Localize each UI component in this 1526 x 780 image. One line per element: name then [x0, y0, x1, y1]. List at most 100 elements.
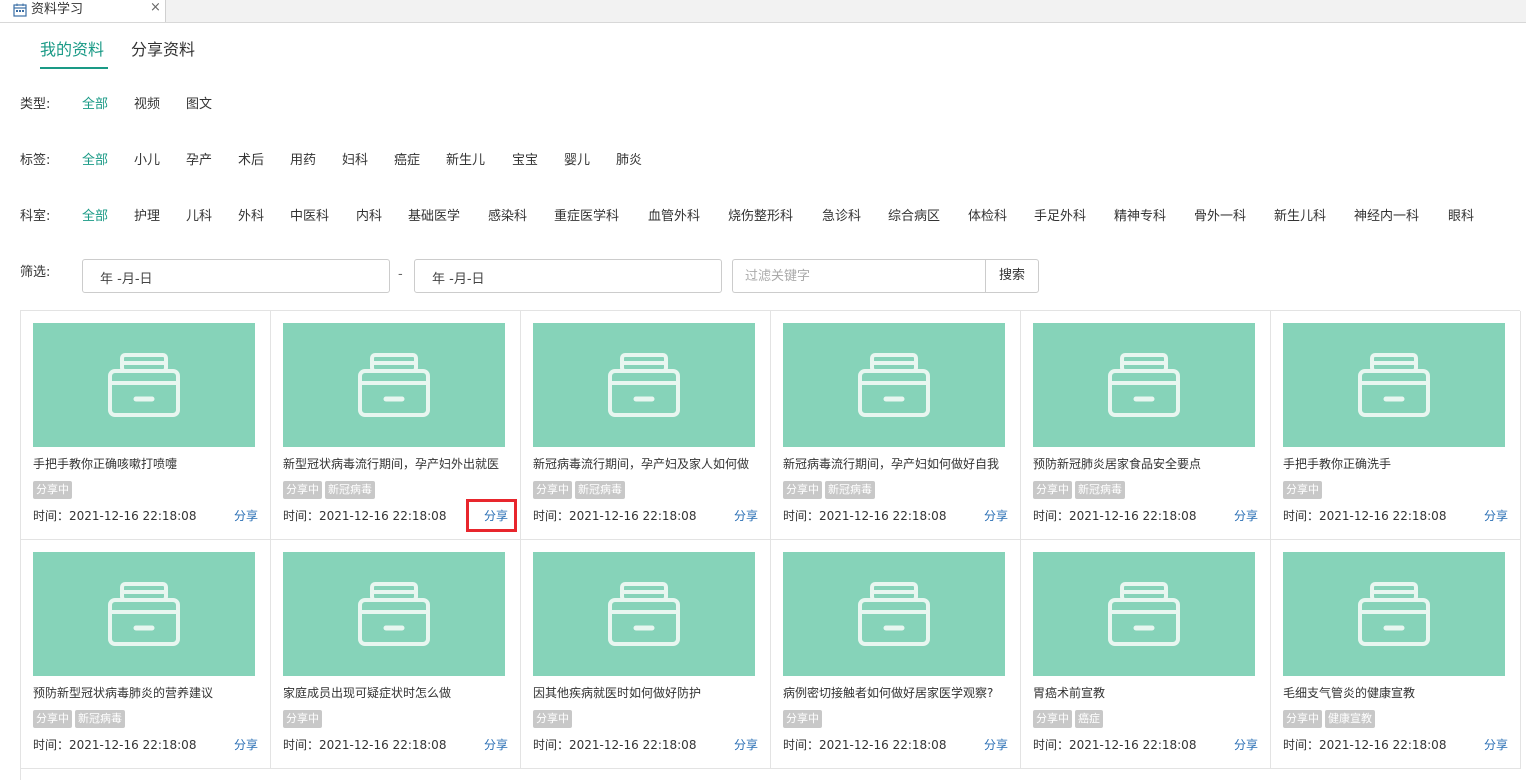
document-drawer-icon	[358, 582, 430, 646]
share-link[interactable]: 分享	[484, 737, 508, 753]
card-thumbnail[interactable]	[1283, 552, 1505, 676]
material-card[interactable]: 家庭成员出现可疑症状时怎么做 分享中 时间：2021-12-16 22:18:08 分…	[271, 540, 521, 769]
share-link[interactable]: 分享	[734, 508, 758, 524]
card-title[interactable]: 手把手教你正确洗手	[1283, 456, 1508, 472]
card-thumbnail[interactable]	[533, 552, 755, 676]
department-filter-option[interactable]: 血管外科	[648, 205, 700, 224]
department-filter-option[interactable]: 基础医学	[408, 205, 460, 224]
card-time: 时间：2021-12-16 22:18:08	[33, 738, 197, 752]
end-date-input[interactable]: 年 -月-日	[414, 259, 722, 293]
tag-filter-option[interactable]: 术后	[238, 149, 264, 168]
share-link[interactable]: 分享	[734, 737, 758, 753]
department-filter-option[interactable]: 烧伤整形科	[728, 205, 793, 224]
department-filter-option[interactable]: 重症医学科	[554, 205, 619, 224]
card-thumbnail[interactable]	[1033, 552, 1255, 676]
tag-filter-option[interactable]: 癌症	[394, 149, 420, 168]
department-filter-option[interactable]: 全部	[82, 205, 108, 224]
tab-my-materials[interactable]: 我的资料	[40, 38, 104, 62]
card-title[interactable]: 因其他疾病就医时如何做好防护	[533, 685, 758, 701]
department-filter-option[interactable]: 儿科	[186, 205, 212, 224]
material-card[interactable]: 新冠病毒流行期间，孕产妇如何做好自我 分享中 新冠病毒 时间：2021-12-16 2…	[771, 311, 1021, 540]
material-card[interactable]: 胃癌术前宣教 分享中 癌症 时间：2021-12-16 22:18:08 分享	[1021, 540, 1271, 769]
type-filter-option[interactable]: 图文	[186, 93, 212, 112]
card-time: 时间：2021-12-16 22:18:08	[1033, 738, 1197, 752]
card-thumbnail[interactable]	[33, 552, 255, 676]
card-title[interactable]: 新型冠状病毒流行期间，孕产妇外出就医	[283, 456, 508, 472]
department-filter-option[interactable]: 急诊科	[822, 205, 861, 224]
department-filter-option[interactable]: 骨外一科	[1194, 205, 1246, 224]
card-thumbnail[interactable]	[783, 552, 1005, 676]
window-tab[interactable]: 资料学习 ×	[0, 0, 166, 22]
tag-filter-option[interactable]: 肺炎	[616, 149, 642, 168]
tag-filter-option[interactable]: 宝宝	[512, 149, 538, 168]
status-badge: 分享中	[33, 481, 72, 499]
share-link[interactable]: 分享	[1484, 737, 1508, 753]
card-thumbnail[interactable]	[283, 323, 505, 447]
department-filter-option[interactable]: 内科	[356, 205, 382, 224]
type-filter-option[interactable]: 全部	[82, 93, 108, 112]
card-title[interactable]: 毛细支气管炎的健康宣教	[1283, 685, 1508, 701]
department-filter-option[interactable]: 神经内一科	[1354, 205, 1419, 224]
close-icon[interactable]: ×	[150, 0, 161, 16]
card-time: 时间：2021-12-16 22:18:08	[1283, 738, 1447, 752]
department-filter-option[interactable]: 感染科	[488, 205, 527, 224]
material-card[interactable]: 因其他疾病就医时如何做好防护 分享中 时间：2021-12-16 22:18:08 分…	[521, 540, 771, 769]
share-link[interactable]: 分享	[234, 737, 258, 753]
tab-shared-materials[interactable]: 分享资料	[131, 38, 195, 62]
material-card[interactable]: 手把手教你正确咳嗽打喷嚏 分享中 时间：2021-12-16 22:18:08 分享	[21, 311, 271, 540]
tag-filter-option[interactable]: 妇科	[342, 149, 368, 168]
tag-filter-option[interactable]: 用药	[290, 149, 316, 168]
department-filter-option[interactable]: 外科	[238, 205, 264, 224]
card-title[interactable]: 胃癌术前宣教	[1033, 685, 1258, 701]
material-card[interactable]: 预防新冠肺炎居家食品安全要点 分享中 新冠病毒 时间：2021-12-16 22:18…	[1021, 311, 1271, 540]
card-thumbnail[interactable]	[783, 323, 1005, 447]
material-card[interactable]: 预防新型冠状病毒肺炎的营养建议 分享中 新冠病毒时间：2021-12-16 22:1…	[21, 540, 271, 769]
material-card[interactable]: 新冠病毒流行期间，孕产妇及家人如何做 分享中 新冠病毒 时间：2021-12-16 2…	[521, 311, 771, 540]
card-title[interactable]: 新冠病毒流行期间，孕产妇如何做好自我	[783, 456, 1008, 472]
tag-filter-option[interactable]: 全部	[82, 149, 108, 168]
document-drawer-icon	[608, 353, 680, 417]
share-link[interactable]: 分享	[1234, 508, 1258, 524]
card-tags: 分享中 新冠病毒	[33, 710, 128, 728]
materials-grid: 手把手教你正确咳嗽打喷嚏 分享中 时间：2021-12-16 22:18:08 分享新…	[20, 310, 1521, 780]
card-thumbnail[interactable]	[1283, 323, 1505, 447]
tag-badge: 新冠病毒	[1075, 481, 1125, 499]
share-link[interactable]: 分享	[984, 737, 1008, 753]
card-title[interactable]: 预防新型冠状病毒肺炎的营养建议	[33, 685, 258, 701]
card-thumbnail[interactable]	[33, 323, 255, 447]
status-badge: 分享中	[283, 710, 322, 728]
calendar-icon	[13, 3, 27, 17]
department-filter-option[interactable]: 新生儿科	[1274, 205, 1326, 224]
card-thumbnail[interactable]	[533, 323, 755, 447]
card-title[interactable]: 新冠病毒流行期间，孕产妇及家人如何做	[533, 456, 758, 472]
tag-filter-option[interactable]: 小儿	[134, 149, 160, 168]
card-thumbnail[interactable]	[283, 552, 505, 676]
card-title[interactable]: 病例密切接触者如何做好居家医学观察?	[783, 685, 1008, 701]
tag-filter-option[interactable]: 新生儿	[446, 149, 485, 168]
share-link[interactable]: 分享	[984, 508, 1008, 524]
card-title[interactable]: 家庭成员出现可疑症状时怎么做	[283, 685, 508, 701]
card-title[interactable]: 预防新冠肺炎居家食品安全要点	[1033, 456, 1258, 472]
department-filter-option[interactable]: 综合病区	[888, 205, 940, 224]
share-link[interactable]: 分享	[1234, 737, 1258, 753]
material-card[interactable]: 毛细支气管炎的健康宣教 分享中 健康宣教 时间：2021-12-16 22:18:08…	[1271, 540, 1521, 769]
tag-badge: 新冠病毒	[575, 481, 625, 499]
department-filter-option[interactable]: 手足外科	[1034, 205, 1086, 224]
keyword-search-input[interactable]	[732, 259, 986, 293]
card-title[interactable]: 手把手教你正确咳嗽打喷嚏	[33, 456, 258, 472]
card-thumbnail[interactable]	[1033, 323, 1255, 447]
share-link[interactable]: 分享	[1484, 508, 1508, 524]
department-filter-option[interactable]: 眼科	[1448, 205, 1474, 224]
material-card[interactable]: 病例密切接触者如何做好居家医学观察? 分享中 时间：2021-12-16 22:18…	[771, 540, 1021, 769]
tag-filter-option[interactable]: 孕产	[186, 149, 212, 168]
type-filter-option[interactable]: 视频	[134, 93, 160, 112]
department-filter-option[interactable]: 中医科	[290, 205, 329, 224]
department-filter-option[interactable]: 体检科	[968, 205, 1007, 224]
start-date-input[interactable]: 年 -月-日	[82, 259, 390, 293]
tag-filter-option[interactable]: 婴儿	[564, 149, 590, 168]
material-card[interactable]: 手把手教你正确洗手 分享中 时间：2021-12-16 22:18:08 分享	[1271, 311, 1521, 540]
department-filter-option[interactable]: 精神专科	[1114, 205, 1166, 224]
search-button[interactable]: 搜索	[985, 259, 1039, 293]
department-filter-option[interactable]: 护理	[134, 205, 160, 224]
share-link[interactable]: 分享	[234, 508, 258, 524]
